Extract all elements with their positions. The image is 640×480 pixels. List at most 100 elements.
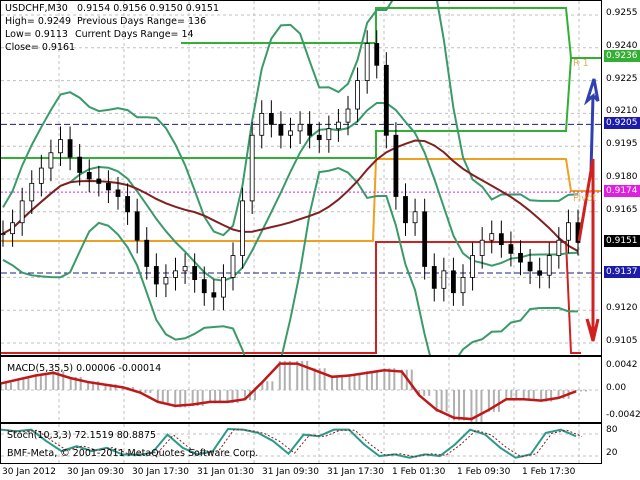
candle [374, 43, 380, 66]
macd-tick: 0.00 [606, 383, 627, 393]
candle [173, 270, 178, 278]
candle [518, 252, 523, 263]
candle [77, 156, 83, 173]
close-value: Close= 0.9161 [5, 42, 76, 53]
macd-pane[interactable]: MACD(5,35,5) 0.00006 -0.00014 [0, 356, 602, 423]
price-tick: 0.9195 [606, 139, 638, 150]
candle [297, 123, 303, 132]
stoch-tick: 80 [606, 425, 618, 435]
time-tick: 1 Feb 09:30 [457, 467, 511, 477]
candle [566, 222, 571, 241]
current-days-range: Current Days Range= 14 [75, 29, 194, 40]
symbol-ohlc: USDCHF,M30 [5, 3, 68, 14]
candle [125, 196, 130, 213]
high-value: High= 0.9249 [5, 16, 72, 27]
time-tick: 30 Jan 17:30 [132, 467, 189, 477]
price-tick: 0.9120 [606, 303, 638, 314]
sell-arrow-icon [577, 158, 600, 342]
price-label: 0.9137 [604, 266, 640, 279]
price-tick: 0.9165 [606, 204, 638, 215]
ohlc-values: 0.9154 0.9156 0.9150 0.9151 [77, 3, 220, 14]
macd-axis: 0.0042 0.00 -0.00428 [603, 356, 640, 423]
candle [58, 139, 63, 154]
candle [527, 261, 533, 272]
candle [144, 239, 150, 267]
prev-days-range: Previous Days Range= 136 [77, 16, 207, 27]
candle [403, 196, 408, 224]
candle [393, 134, 399, 197]
price-tick: 0.9210 [606, 106, 638, 117]
time-tick: 30 Jan 2012 [2, 467, 56, 477]
price-chart[interactable]: USDCHF,M30 0.9154 0.9156 0.9150 0.9151 H… [0, 0, 602, 356]
candle [355, 80, 360, 110]
candle [489, 233, 495, 241]
candle [10, 222, 15, 235]
candle [441, 270, 447, 289]
candle [211, 292, 217, 298]
stoch-tick: 20 [606, 448, 618, 458]
time-tick: 31 Jan 17:30 [327, 467, 384, 477]
candle [163, 277, 169, 285]
time-tick: 1 Feb 17:30 [522, 467, 576, 477]
candle [431, 266, 437, 289]
candle [96, 178, 102, 184]
bollinger-lower [2, 167, 579, 355]
price-tick: 0.9105 [606, 336, 638, 346]
candle [316, 134, 322, 141]
price-label: 0.9205 [604, 117, 640, 130]
stoch-title: Stoch(10,3,3) 72.1519 80.8875 [7, 430, 157, 441]
candle [182, 266, 188, 272]
candle [345, 108, 351, 123]
time-tick: 31 Jan 09:30 [262, 467, 319, 477]
price-plot [1, 1, 601, 355]
price-tick: 0.9255 [606, 8, 638, 18]
candle [451, 270, 456, 294]
candle [240, 200, 245, 256]
macd-tick: -0.00428 [606, 410, 640, 420]
candle [106, 182, 111, 191]
time-tick: 30 Jan 09:30 [67, 467, 124, 477]
candle [67, 139, 73, 158]
stoch-axis: 80 20 [603, 423, 640, 464]
candle [288, 130, 293, 136]
candle [364, 43, 370, 82]
s1-line [1, 241, 581, 354]
candle [460, 277, 466, 294]
candle [249, 134, 255, 202]
candle [259, 113, 265, 136]
candle [470, 255, 475, 278]
price-tick: 0.9180 [606, 172, 638, 182]
candle [508, 244, 514, 254]
price-label: 0.9236 [604, 49, 640, 62]
price-label: 0.9151 [604, 235, 640, 248]
time-tick: 1 Feb 01:30 [392, 467, 446, 477]
candle [19, 200, 25, 224]
candle [537, 270, 543, 276]
buy-arrow-icon [584, 78, 600, 172]
candle [1, 233, 6, 236]
stochastic-pane[interactable]: Stoch(10,3,3) 72.1519 80.8875 BMF-Meta, … [0, 423, 602, 464]
candle [326, 128, 332, 141]
candle [412, 211, 418, 224]
candle [556, 239, 562, 256]
candle [134, 211, 140, 241]
price-label: 0.9174 [604, 185, 640, 198]
candle [86, 172, 92, 180]
candle [268, 113, 274, 125]
macd-title: MACD(5,35,5) 0.00006 -0.00014 [7, 363, 162, 374]
candle [383, 64, 389, 136]
pivot-label: Pivot [573, 193, 597, 204]
macd-tick: 0.0042 [606, 360, 638, 370]
candle [221, 277, 226, 298]
candle [278, 123, 284, 136]
candle [230, 255, 236, 278]
candle [498, 233, 504, 246]
candle [307, 123, 313, 136]
candle [192, 266, 198, 280]
candle [115, 189, 121, 197]
candle [479, 239, 485, 256]
candle [336, 121, 341, 130]
price-axis: 0.9255 0.9240 0.9225 0.9210 0.9195 0.9180 0.91… [603, 0, 640, 356]
time-tick: 31 Jan 01:30 [197, 467, 254, 477]
candle [201, 279, 207, 294]
